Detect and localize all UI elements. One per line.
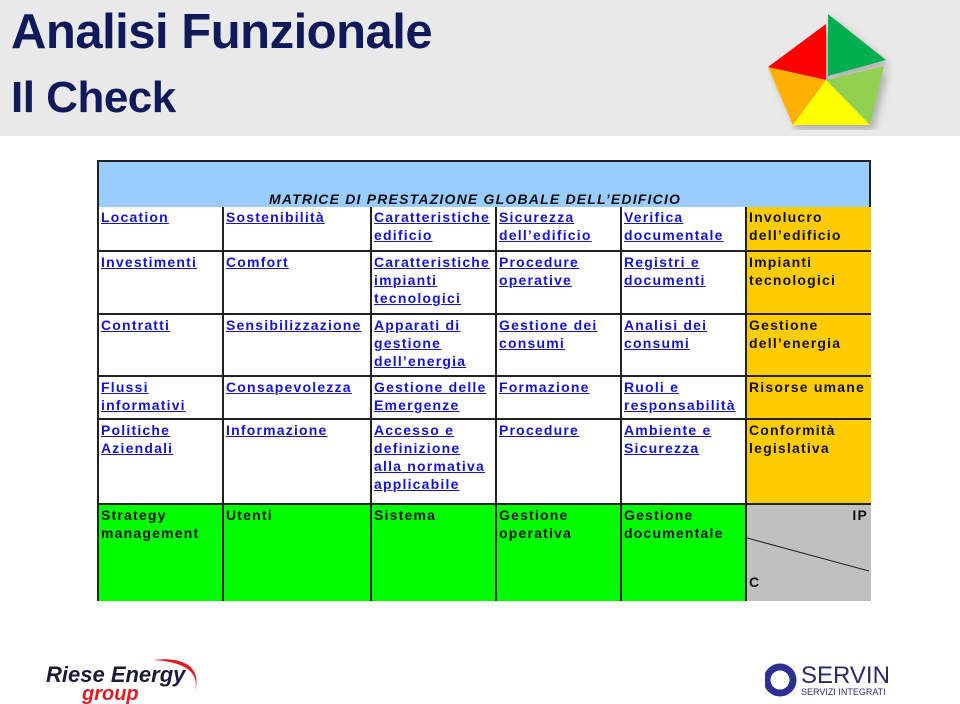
matrix-link[interactable]: Sostenibilità bbox=[226, 209, 325, 225]
matrix-label: Sistema bbox=[374, 507, 437, 523]
matrix-link[interactable]: Contratti bbox=[101, 317, 170, 333]
matrix-cell-r5-c1: Utenti bbox=[224, 505, 372, 601]
matrix-cell-r2-c1: Sensibilizzazione bbox=[224, 315, 372, 377]
matrix-link[interactable]: Politiche Aziendali bbox=[101, 422, 173, 456]
matrix-cell-r3-c3: Formazione bbox=[497, 377, 622, 420]
matrix-label: Gestione documentale bbox=[624, 507, 724, 541]
matrix-link[interactable]: Sicurezza dell’edificio bbox=[499, 209, 592, 243]
matrix-label: Utenti bbox=[226, 507, 273, 523]
corner-diagonal-line bbox=[747, 537, 869, 572]
matrix-link[interactable]: Informazione bbox=[226, 422, 328, 438]
matrix-cell-r1-c2: Caratteristiche impianti tecnologici bbox=[372, 252, 497, 315]
matrix-link[interactable]: Analisi dei consumi bbox=[624, 317, 707, 351]
matrix-cell-r0-c5: Involucro dell’edificio bbox=[747, 207, 871, 252]
corner-label-ip: IP bbox=[852, 507, 868, 523]
matrix-link[interactable]: Gestione delle Emergenze bbox=[374, 379, 487, 413]
category-label: Risorse umane bbox=[749, 379, 865, 395]
matrix-link[interactable]: Ruoli e responsabilità bbox=[624, 379, 736, 413]
page-title: Analisi Funzionale bbox=[11, 5, 433, 59]
matrix-cell-r0-c2: Caratteristiche edificio bbox=[372, 207, 497, 252]
matrix-cell-r0-c3: Sicurezza dell’edificio bbox=[497, 207, 622, 252]
matrix-cell-r4-c4: Ambiente e Sicurezza bbox=[622, 420, 747, 505]
matrix-link[interactable]: Location bbox=[101, 209, 169, 225]
matrix-cell-r1-c4: Registri e documenti bbox=[622, 252, 747, 315]
pentagon-logo-icon bbox=[768, 14, 886, 125]
matrix-cell-r5-c0: Strategy management bbox=[99, 505, 224, 601]
pentagon-dark-green-segment bbox=[828, 14, 886, 76]
matrix-cell-r3-c5: Risorse umane bbox=[747, 377, 871, 420]
matrix-cell-r4-c1: Informazione bbox=[224, 420, 372, 505]
matrix-link[interactable]: Apparati di gestione dell’energia bbox=[374, 317, 466, 369]
matrix-cell-r2-c2: Apparati di gestione dell’energia bbox=[372, 315, 497, 377]
matrix-link[interactable]: Consapevolezza bbox=[226, 379, 352, 395]
matrix-link[interactable]: Gestione dei consumi bbox=[499, 317, 597, 351]
matrix-link[interactable]: Caratteristiche edificio bbox=[374, 209, 490, 243]
matrix-label: Strategy management bbox=[101, 507, 200, 541]
matrix-cell-r1-c5: Impianti tecnologici bbox=[747, 252, 871, 315]
matrix-title: MATRICE DI PRESTAZIONE GLOBALE DELL’EDIF… bbox=[269, 191, 682, 207]
matrix-cell-r2-c0: Contratti bbox=[99, 315, 224, 377]
matrix-link[interactable]: Investimenti bbox=[101, 254, 197, 270]
matrix-title-bar: MATRICE DI PRESTAZIONE GLOBALE DELL’EDIF… bbox=[99, 162, 869, 209]
riese-group-text: group bbox=[81, 683, 139, 704]
matrix-cell-r1-c3: Procedure operative bbox=[497, 252, 622, 315]
servin-tagline: SERVIZI INTEGRATI bbox=[801, 687, 886, 697]
matrix-cell-r5-c3: Gestione operativa bbox=[497, 505, 622, 601]
category-label: Conformità legislativa bbox=[749, 422, 836, 456]
page-subtitle: Il Check bbox=[11, 73, 176, 122]
matrix-link[interactable]: Procedure operative bbox=[499, 254, 579, 288]
matrix-cell-r0-c1: Sostenibilità bbox=[224, 207, 372, 252]
servin-logo: SERVIN SERVIZI INTEGRATI bbox=[765, 662, 890, 697]
matrix-link[interactable]: Registri e documenti bbox=[624, 254, 706, 288]
matrix-link[interactable]: Accesso e definizione alla normativa app… bbox=[374, 422, 485, 492]
matrix-cell-r5-c2: Sistema bbox=[372, 505, 497, 601]
category-label: Impianti tecnologici bbox=[749, 254, 837, 288]
matrix-cell-r3-c0: Flussi informativi bbox=[99, 377, 224, 420]
matrix-cell-r1-c1: Comfort bbox=[224, 252, 372, 315]
matrix-link[interactable]: Flussi informativi bbox=[101, 379, 186, 413]
matrix-cell-r4-c0: Politiche Aziendali bbox=[99, 420, 224, 505]
matrix-cell-r0-c4: Verifica documentale bbox=[622, 207, 747, 252]
matrix-label: Gestione operativa bbox=[499, 507, 573, 541]
matrix-link[interactable]: Formazione bbox=[499, 379, 590, 395]
matrix-link[interactable]: Sensibilizzazione bbox=[226, 317, 362, 333]
matrix-cell-r3-c2: Gestione delle Emergenze bbox=[372, 377, 497, 420]
servin-ring-icon bbox=[765, 663, 797, 697]
matrix-cell-r5-c5: IP C bbox=[747, 505, 871, 601]
matrix-cell-r2-c4: Analisi dei consumi bbox=[622, 315, 747, 377]
matrix-link[interactable]: Ambiente e Sicurezza bbox=[624, 422, 711, 456]
matrix-cell-r3-c4: Ruoli e responsabilità bbox=[622, 377, 747, 420]
matrix-cell-r3-c1: Consapevolezza bbox=[224, 377, 372, 420]
category-label: Involucro dell’edificio bbox=[749, 209, 842, 243]
matrix-cell-r4-c3: Procedure bbox=[497, 420, 622, 505]
matrix-link[interactable]: Comfort bbox=[226, 254, 289, 270]
performance-matrix: MATRICE DI PRESTAZIONE GLOBALE DELL’EDIF… bbox=[97, 160, 871, 601]
matrix-link[interactable]: Verifica documentale bbox=[624, 209, 724, 243]
category-label: Gestione dell’energia bbox=[749, 317, 842, 351]
riese-energy-logo: Riese Energy group bbox=[46, 659, 197, 704]
matrix-cell-r1-c0: Investimenti bbox=[99, 252, 224, 315]
servin-text: SERVIN bbox=[801, 662, 890, 689]
matrix-cell-r2-c5: Gestione dell’energia bbox=[747, 315, 871, 377]
matrix-link[interactable]: Procedure bbox=[499, 422, 579, 438]
matrix-link[interactable]: Caratteristiche impianti tecnologici bbox=[374, 254, 490, 306]
matrix-cell-r5-c4: Gestione documentale bbox=[622, 505, 747, 601]
matrix-cell-r4-c5: Conformità legislativa bbox=[747, 420, 871, 505]
corner-label-c: C bbox=[749, 574, 761, 590]
matrix-cell-r2-c3: Gestione dei consumi bbox=[497, 315, 622, 377]
matrix-cell-r0-c0: Location bbox=[99, 207, 224, 252]
matrix-cell-r4-c2: Accesso e definizione alla normativa app… bbox=[372, 420, 497, 505]
